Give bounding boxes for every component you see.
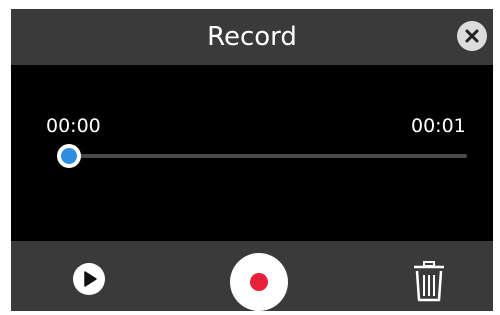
record-dialog: Record 00:00 00:01 (11, 9, 493, 311)
close-button[interactable] (457, 21, 487, 51)
record-button[interactable] (230, 253, 288, 311)
progress-slider-thumb[interactable] (57, 144, 81, 168)
slider-thumb-dot (61, 148, 77, 164)
dialog-header: Record (11, 9, 493, 65)
play-icon (84, 271, 97, 287)
play-button[interactable] (73, 263, 105, 295)
delete-button[interactable] (411, 259, 447, 303)
trash-icon (414, 261, 444, 302)
current-time: 00:00 (46, 115, 101, 137)
close-icon (465, 29, 479, 43)
record-icon (250, 273, 268, 291)
total-time: 00:01 (411, 115, 466, 137)
progress-slider-track[interactable] (69, 154, 467, 158)
player-area: 00:00 00:01 (11, 65, 493, 241)
dialog-title: Record (207, 22, 297, 52)
control-bar (11, 241, 493, 311)
